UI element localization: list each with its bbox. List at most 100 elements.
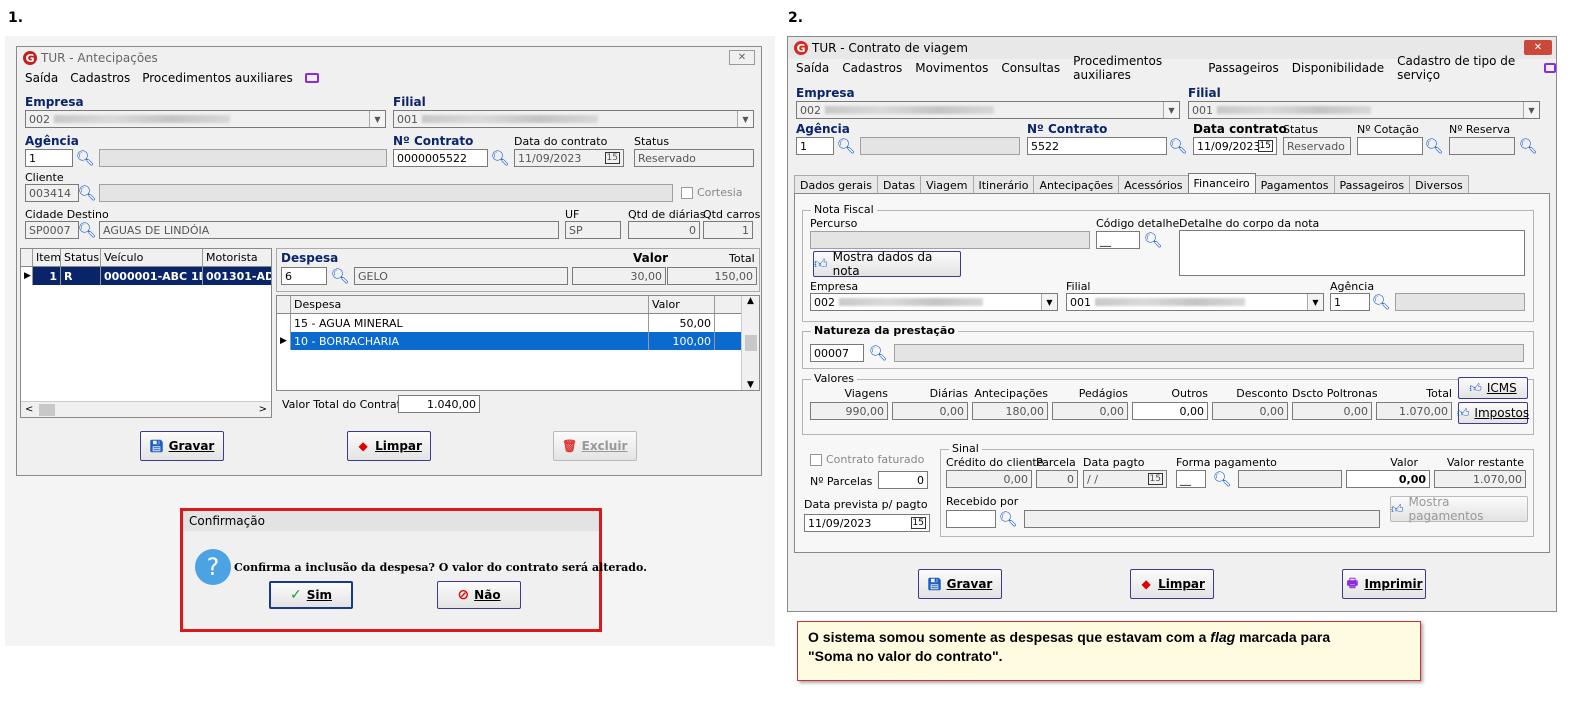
eraser-icon: ◆ (358, 439, 368, 453)
contrato-input[interactable]: 5522 (1027, 137, 1167, 155)
detalhe-corpo-label: Detalhe do corpo da nota (1179, 217, 1320, 230)
reserva-input[interactable] (1449, 137, 1515, 155)
recebido-input[interactable] (946, 510, 996, 528)
calendar-icon: 15 (1147, 473, 1163, 485)
gravar-button[interactable]: 💾︎ Gravar (918, 569, 1002, 599)
vehicle-grid[interactable]: Item Status Veículo Motorista ▶ 1 R 0000… (20, 248, 272, 418)
forma-pagto-input[interactable]: __ (1176, 470, 1206, 488)
monitor-icon[interactable] (304, 73, 319, 83)
table-row[interactable]: ▶ 1 R 0000001-ABC 1D 001301-AD (21, 267, 271, 285)
data-contrato-label: Data do contrato (514, 135, 608, 148)
mostra-dados-nota-button[interactable]: 👍︎ Mostra dados da nota (813, 250, 961, 278)
contrato-input[interactable]: 0000005522 (393, 149, 488, 167)
sim-button[interactable]: ✓ Sim (269, 581, 353, 609)
menu-cadastro-tipo-servico[interactable]: Cadastro de tipo de serviço (1397, 54, 1531, 82)
vertical-scrollbar[interactable]: ▲ ▼ (741, 296, 759, 390)
search-icon[interactable]: 🔍︎ (1424, 138, 1443, 154)
menu-procedimentos[interactable]: Procedimentos auxiliares (142, 71, 292, 85)
search-icon[interactable]: 🔍︎ (868, 345, 887, 361)
natureza-code-input[interactable]: 00007 (810, 344, 864, 362)
codigo-detalhe-input[interactable]: __ (1096, 231, 1140, 249)
thumbs-up-icon: 👍︎ (1456, 405, 1470, 420)
nf-agencia-input[interactable]: 1 (1330, 293, 1370, 311)
search-icon[interactable]: 🔍︎ (330, 268, 349, 284)
nf-agencia-name-field (1395, 293, 1525, 311)
agencia-input[interactable]: 1 (796, 137, 834, 155)
search-icon[interactable]: 🔍︎ (1143, 232, 1162, 248)
nao-button[interactable]: ⊘ Não (437, 581, 521, 609)
data-prevista-input[interactable]: 11/09/2023 15 (804, 514, 930, 532)
despesa-grid[interactable]: Despesa Valor 15 - AGUA MINERAL 50,00 ▶ … (276, 295, 760, 391)
search-icon[interactable]: 🔍︎ (77, 185, 96, 201)
agencia-input[interactable]: 1 (25, 149, 73, 167)
trash-icon: 🗑︎ (562, 439, 578, 453)
despesa-code-input[interactable]: 6 (281, 267, 327, 285)
close-icon[interactable]: ✕ (729, 50, 755, 65)
reserva-label: Nº Reserva (1449, 123, 1511, 136)
nf-filial-select[interactable]: 001 ▼ (1066, 293, 1324, 311)
icms-button[interactable]: 👍︎ ICMS (1458, 377, 1528, 399)
table-row[interactable]: 15 - AGUA MINERAL 50,00 (277, 314, 759, 332)
contrato-label: Nº Contrato (1027, 122, 1108, 136)
total-label: Total (1426, 387, 1452, 400)
search-icon[interactable]: 🔍︎ (1518, 138, 1537, 154)
cliente-input[interactable]: 003414 (25, 184, 79, 202)
gravar-button[interactable]: 💾︎ Gravar (140, 431, 224, 461)
menu-consultas[interactable]: Consultas (1001, 61, 1060, 75)
imprimir-button[interactable]: 🖶︎ Imprimir (1342, 569, 1426, 599)
menu-saida[interactable]: Saída (25, 71, 58, 85)
limpar-button[interactable]: ◆ Limpar (1130, 569, 1214, 599)
menu-cadastros[interactable]: Cadastros (842, 61, 902, 75)
mostra-pagamentos-button[interactable]: 👍︎ Mostra pagamentos (1390, 495, 1528, 523)
codigo-detalhe-label: Código detalhe (1096, 217, 1180, 230)
data-contrato-input[interactable]: 11/09/2023 15 (514, 149, 624, 167)
search-icon[interactable]: 🔍︎ (836, 138, 855, 154)
forma-pagto-label: Forma pagamento (1176, 456, 1277, 469)
detalhe-corpo-textarea[interactable] (1179, 230, 1525, 276)
close-icon[interactable]: ✕ (1524, 40, 1552, 55)
vehicle-grid-header: Item Status Veículo Motorista (21, 249, 271, 267)
dialog-message: Confirma a inclusão da despesa? O valor … (234, 561, 647, 574)
filial-select[interactable]: 001 ▼ (1188, 101, 1540, 119)
app-logo-icon: G (23, 51, 37, 65)
valor-total-field: 1.040,00 (398, 395, 480, 413)
menu-saida[interactable]: Saída (796, 61, 829, 75)
menu-procedimentos[interactable]: Procedimentos auxiliares (1073, 54, 1195, 82)
menu-passageiros[interactable]: Passageiros (1208, 61, 1279, 75)
monitor-icon[interactable] (1543, 63, 1556, 73)
horizontal-scrollbar[interactable]: < > (21, 401, 271, 417)
search-icon[interactable]: 🔍︎ (77, 222, 96, 238)
step-label-2: 2. (788, 10, 804, 26)
search-icon[interactable]: 🔍︎ (1212, 471, 1231, 487)
contrato-faturado-checkbox[interactable] (810, 454, 822, 466)
question-icon: ? (195, 549, 231, 585)
search-icon[interactable]: 🔍︎ (1371, 294, 1390, 310)
valor-input[interactable]: 0,00 (1346, 470, 1430, 488)
search-icon[interactable]: 🔍︎ (1168, 138, 1187, 154)
calendar-icon: 15 (1257, 140, 1273, 152)
filial-select[interactable]: 001 ▼ (393, 110, 754, 128)
antecipacoes-window: G TUR - Antecipações ✕ Saída Cadastros P… (16, 46, 762, 476)
nparcelas-input[interactable]: 0 (878, 471, 928, 489)
outros-input[interactable]: 0,00 (1132, 402, 1208, 420)
empresa-select[interactable]: 002 ▼ (796, 101, 1180, 119)
menu-disponibilidade[interactable]: Disponibilidade (1292, 61, 1384, 75)
search-icon[interactable]: 🔍︎ (490, 150, 509, 166)
data-pagto-input[interactable]: / /15 (1083, 470, 1167, 488)
impostos-button[interactable]: 👍︎ Impostos (1456, 402, 1529, 424)
menu-cadastros[interactable]: Cadastros (70, 71, 130, 85)
data-contrato-input[interactable]: 11/09/2023 15 (1193, 137, 1277, 155)
menu-movimentos[interactable]: Movimentos (915, 61, 988, 75)
cotacao-input[interactable] (1357, 137, 1423, 155)
search-icon[interactable]: 🔍︎ (75, 150, 94, 166)
check-icon: ✓ (290, 587, 302, 603)
table-row[interactable]: ▶ 10 - BORRACHARIA 100,00 (277, 332, 759, 350)
tab-financeiro[interactable]: Financeiro (1187, 173, 1256, 195)
empresa-select[interactable]: 002 ▼ (25, 110, 386, 128)
search-icon[interactable]: 🔍︎ (998, 511, 1017, 527)
excluir-button[interactable]: 🗑︎ Excluir (553, 431, 637, 461)
cortesia-checkbox[interactable] (681, 187, 693, 199)
cidade-code-input[interactable]: SP0007 (25, 221, 79, 239)
nf-empresa-select[interactable]: 002 ▼ (810, 293, 1058, 311)
limpar-button[interactable]: ◆ Limpar (347, 431, 431, 461)
